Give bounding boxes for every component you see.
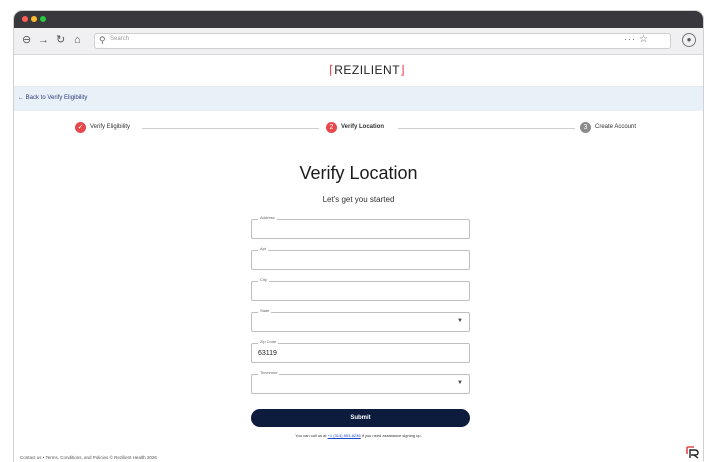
address-field[interactable]: Address <box>251 215 470 239</box>
submit-button[interactable]: Submit <box>251 409 470 427</box>
help-note: You can call us at +1 (314) 853-6236 if … <box>14 433 703 438</box>
step-complete-check-icon: ✓ <box>75 122 86 133</box>
page-actions-icon[interactable]: ··· <box>624 34 636 44</box>
back-to-verify-eligibility-link[interactable]: ← Back to Verify Eligibility <box>18 95 87 101</box>
timezone-label: Timezone <box>258 370 280 376</box>
address-bar[interactable]: ⚲ Search ··· ☆ <box>94 33 671 49</box>
logo-text: REZILIENT <box>334 63 401 77</box>
page-title: Verify Location <box>299 163 418 183</box>
chevron-down-icon[interactable]: ▼ <box>457 318 463 324</box>
reload-icon[interactable]: ↻ <box>56 33 65 47</box>
minimize-window-button[interactable] <box>31 16 37 22</box>
copyright-text: © Rezilient Health 2026 <box>109 455 157 460</box>
help-phone-link[interactable]: +1 (314) 853-6236 <box>328 433 361 438</box>
step-connector <box>142 128 319 129</box>
progress-stepper: ✓ Verify Eligibility 2 Verify Location 3… <box>14 119 703 137</box>
bookmark-star-icon[interactable]: ☆ <box>639 34 648 45</box>
forward-arrow-icon[interactable]: → <box>38 33 49 47</box>
zoom-window-button[interactable] <box>40 16 46 22</box>
title-bar <box>14 11 703 28</box>
rezilient-corner-logo-icon[interactable] <box>686 446 699 459</box>
page-subtitle: Let's get you started <box>322 195 395 204</box>
step-connector <box>398 128 575 129</box>
step-current-number-icon: 2 <box>326 122 337 133</box>
terms-link[interactable]: Terms, Conditions, and Policies <box>46 455 109 460</box>
apt-label: Apt <box>258 246 269 252</box>
apt-field[interactable]: Apt <box>251 246 470 270</box>
timezone-select[interactable]: Timezone ▼ <box>251 370 470 394</box>
help-suffix: if you need assistance signing up. <box>360 433 422 438</box>
contact-us-link[interactable]: Contact us <box>20 455 42 460</box>
step-upcoming-number-icon: 3 <box>580 122 591 133</box>
chevron-down-icon[interactable]: ▼ <box>457 380 463 386</box>
back-link-label: Back to Verify Eligibility <box>25 95 88 101</box>
city-label: City <box>258 277 269 283</box>
back-arrow-icon[interactable]: ⊖ <box>22 33 31 47</box>
site-logo[interactable]: ⌈REZILIENT⌋ <box>329 63 405 77</box>
zip-code-value: 63119 <box>258 350 277 357</box>
account-icon[interactable]: ● <box>682 33 696 47</box>
help-prefix: You can call us at <box>295 433 328 438</box>
address-bar-placeholder: Search <box>110 36 130 42</box>
back-bar: ← Back to Verify Eligibility <box>14 87 703 111</box>
state-select[interactable]: State ▼ <box>251 308 470 332</box>
address-label: Address <box>258 215 277 221</box>
browser-toolbar: ⊖ → ↻ ⌂ ⚲ Search ··· ☆ ● ≡ <box>14 28 703 55</box>
footer-separator: • <box>42 455 45 460</box>
site-header: ⌈REZILIENT⌋ <box>14 55 703 87</box>
state-label: State <box>258 308 272 314</box>
zip-code-label: Zip Code <box>258 339 279 345</box>
browser-window: ⊖ → ↻ ⌂ ⚲ Search ··· ☆ ● ≡ ⌈REZILIENT⌋ ←… <box>14 11 703 462</box>
close-window-button[interactable] <box>22 16 28 22</box>
logo-bracket-icon: ⌋ <box>400 63 406 77</box>
step-label-verify-eligibility: Verify Eligibility <box>90 124 131 130</box>
web-page: ⌈REZILIENT⌋ ← Back to Verify Eligibility… <box>14 55 703 462</box>
zip-code-field[interactable]: Zip Code 63119 <box>251 339 470 363</box>
city-field[interactable]: City <box>251 277 470 301</box>
step-label-verify-location: Verify Location <box>341 124 385 130</box>
step-label-create-account: Create Account <box>595 124 637 130</box>
site-footer: Contact us • Terms, Conditions, and Poli… <box>20 455 157 460</box>
home-icon[interactable]: ⌂ <box>74 33 81 47</box>
search-icon: ⚲ <box>99 35 106 45</box>
